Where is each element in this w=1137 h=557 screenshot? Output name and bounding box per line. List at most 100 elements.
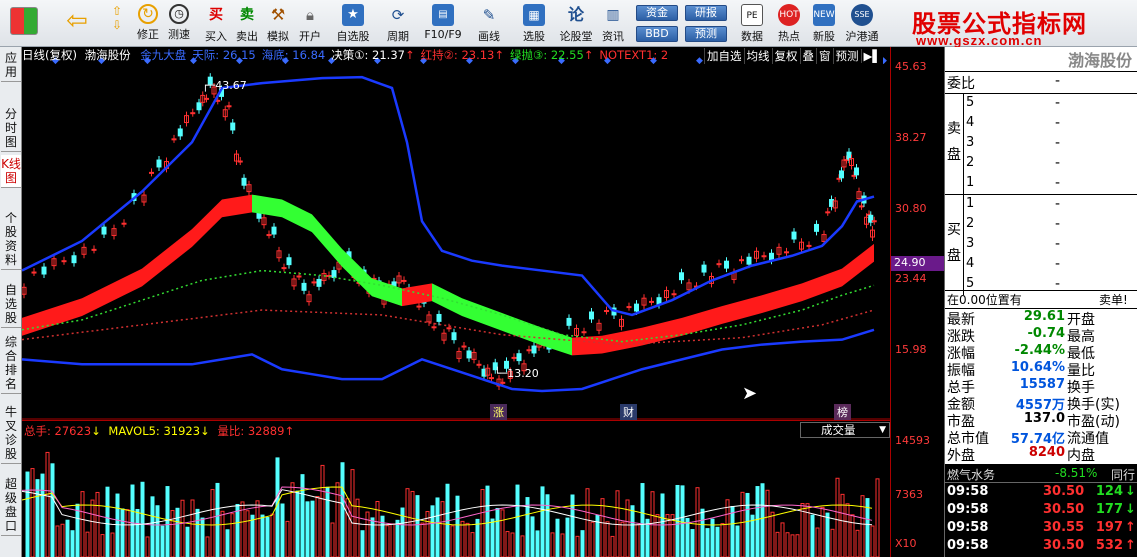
tb-修正[interactable]: ⇧ ⇩: [102, 2, 132, 45]
volume-bar: [100, 534, 105, 557]
back-button[interactable]: ⇦: [60, 2, 94, 45]
divider: [963, 94, 964, 194]
note-cai[interactable]: 财: [620, 404, 637, 420]
volume-svg: [22, 451, 880, 557]
sell-price-1: -: [1055, 175, 1061, 191]
indicator-label: 天际: 26.15: [192, 48, 256, 62]
vol-ratio-label: 量比: 32889: [217, 424, 285, 438]
sector-tag[interactable]: 同行: [1111, 466, 1135, 483]
indicator-label: 金九大盘: [140, 48, 187, 62]
volume-bar: [390, 523, 395, 557]
volume-bar: [740, 491, 745, 557]
tab-牛叉诊股[interactable]: 牛叉诊股: [1, 403, 21, 464]
tb-模拟[interactable]: ⚒ 模拟: [264, 2, 292, 45]
volume-bar: [385, 525, 390, 557]
volume-bar: [590, 521, 595, 557]
tb-买入[interactable]: 买 买入: [202, 2, 230, 45]
tb-选股[interactable]: ▦ 选股: [514, 2, 554, 45]
vol-ytick-1: 14593: [895, 434, 930, 447]
volume-bar: [570, 494, 575, 557]
candle-body: [761, 255, 767, 258]
volume-bar: [560, 533, 565, 557]
volume-bar: [640, 483, 645, 557]
candle-body: [266, 234, 272, 237]
volume-bar: [600, 498, 605, 557]
tab-分时图[interactable]: 分时图: [1, 105, 21, 152]
tb-修正-label[interactable]: ↻ 修正: [134, 2, 162, 45]
tb-数据[interactable]: PE 数据: [736, 2, 768, 45]
tb-资讯[interactable]: ▥ 资讯: [598, 2, 628, 45]
volume-bar: [530, 516, 535, 557]
forecast-button[interactable]: 预测: [832, 48, 861, 64]
tb-热点[interactable]: HOT 热点: [773, 2, 805, 45]
note-zhang[interactable]: 涨: [490, 404, 507, 420]
candle-body: [489, 377, 494, 380]
indicator-labels: 金九大盘 天际: 26.15 海底: 16.84 决策①: 21.37↑ 红持②: 23…: [134, 48, 668, 62]
tb-yuce-button[interactable]: 预测: [685, 26, 727, 42]
candle-body: [431, 326, 437, 329]
tab-综合排名[interactable]: 综合排名: [1, 333, 21, 394]
tb-F10[interactable]: ▤ F10/F9: [422, 2, 464, 45]
volume-bar: [25, 471, 30, 557]
tb-新股[interactable]: NEW 新股: [808, 2, 840, 45]
trend-ribbon: [462, 298, 502, 331]
tb-画线[interactable]: ✎ 画线: [469, 2, 509, 45]
volume-bar: [350, 469, 355, 557]
tb-周期[interactable]: ⟳ 周期: [378, 2, 418, 45]
adjust-button[interactable]: 复权: [771, 48, 800, 64]
volume-bar: [605, 521, 610, 557]
volume-bar: [85, 531, 90, 557]
tb-zijin-button[interactable]: 资金: [636, 5, 678, 21]
tb-卖出[interactable]: 卖 卖出: [233, 2, 261, 45]
arrow-up-icon: ↑: [284, 424, 295, 438]
layout-button[interactable]: [6, 2, 42, 45]
volume-bar: [575, 535, 580, 557]
volume-bar: [550, 532, 555, 557]
tab-应用[interactable]: 应用: [1, 49, 21, 82]
ma-button[interactable]: 均线: [743, 48, 772, 64]
tb-bbd-button[interactable]: BBD: [636, 26, 678, 42]
note-bang[interactable]: 榜: [834, 404, 851, 420]
low-marker: └─13.20: [494, 367, 539, 380]
tb-自选股[interactable]: ★ 自选股: [333, 2, 373, 45]
volume-bar: [585, 488, 590, 557]
volume-bar: [290, 482, 295, 557]
arrow-up-icon: ↑: [1125, 538, 1136, 553]
overlay-button[interactable]: 叠: [799, 48, 817, 64]
window-button[interactable]: 窗: [816, 48, 833, 64]
volume-chart[interactable]: 总手: 27623↓ MAVOL5: 31923↓ 量比: 32889↑ 成交量…: [22, 420, 890, 557]
buy-level-5: 5: [966, 276, 975, 291]
expand-icon[interactable]: ▶▌: [860, 49, 884, 63]
tab-个股资料[interactable]: 个股资料: [1, 209, 21, 270]
volume-dropdown[interactable]: 成交量 ▼: [800, 422, 890, 438]
volume-bar: [795, 534, 800, 557]
kline-chart[interactable]: ◆◆◆◆◆◆◆◆◆◆◆◆◆◆◆◆◆◆◆ 日线(复权) 渤海股份 金九大盘天际: …: [22, 47, 890, 420]
tick-time: 09:58: [947, 502, 989, 517]
volume-bar: [805, 503, 810, 557]
pen-icon: ✎: [482, 6, 496, 24]
candle-body: [859, 205, 864, 208]
tb-论股堂[interactable]: 论 论股堂: [557, 2, 595, 45]
candle-body: [854, 167, 859, 176]
stat-value: 10.64%: [1010, 360, 1065, 375]
divider: [963, 195, 964, 295]
hk-icon: SSE: [851, 4, 873, 26]
tb-yanbao-button[interactable]: 研报: [685, 5, 727, 21]
tab-自选股[interactable]: 自选股: [1, 281, 21, 328]
tab-超级盘口[interactable]: 超级盘口: [1, 475, 21, 536]
tab-K线图[interactable]: K线图: [1, 155, 21, 188]
kline-svg: ◆◆◆◆◆◆◆◆◆◆◆◆◆◆◆◆◆◆◆: [22, 56, 890, 420]
tb-开户[interactable]: 🔒︎ 开户: [296, 2, 324, 45]
candle-body: [836, 177, 842, 180]
arrow-up-icon: ↑: [583, 48, 594, 62]
candle-body: [316, 278, 322, 287]
volume-bar: [750, 514, 755, 557]
stat-value: 137.0: [1023, 411, 1065, 426]
candle-body: [101, 226, 107, 235]
tb-沪港通[interactable]: SSE 沪港通: [842, 2, 882, 45]
volume-bar: [430, 505, 435, 557]
add-favorite-button[interactable]: 加自选: [704, 48, 744, 64]
toolbar: ⇦ ⇧ ⇩ ↻ 修正 ◷ 测速 买 买入 卖 卖出 ⚒ 模拟 🔒︎ 开户 ★ 自…: [0, 0, 1137, 48]
tb-测速[interactable]: ◷ 测速: [164, 2, 194, 45]
volume-bar: [725, 499, 730, 557]
